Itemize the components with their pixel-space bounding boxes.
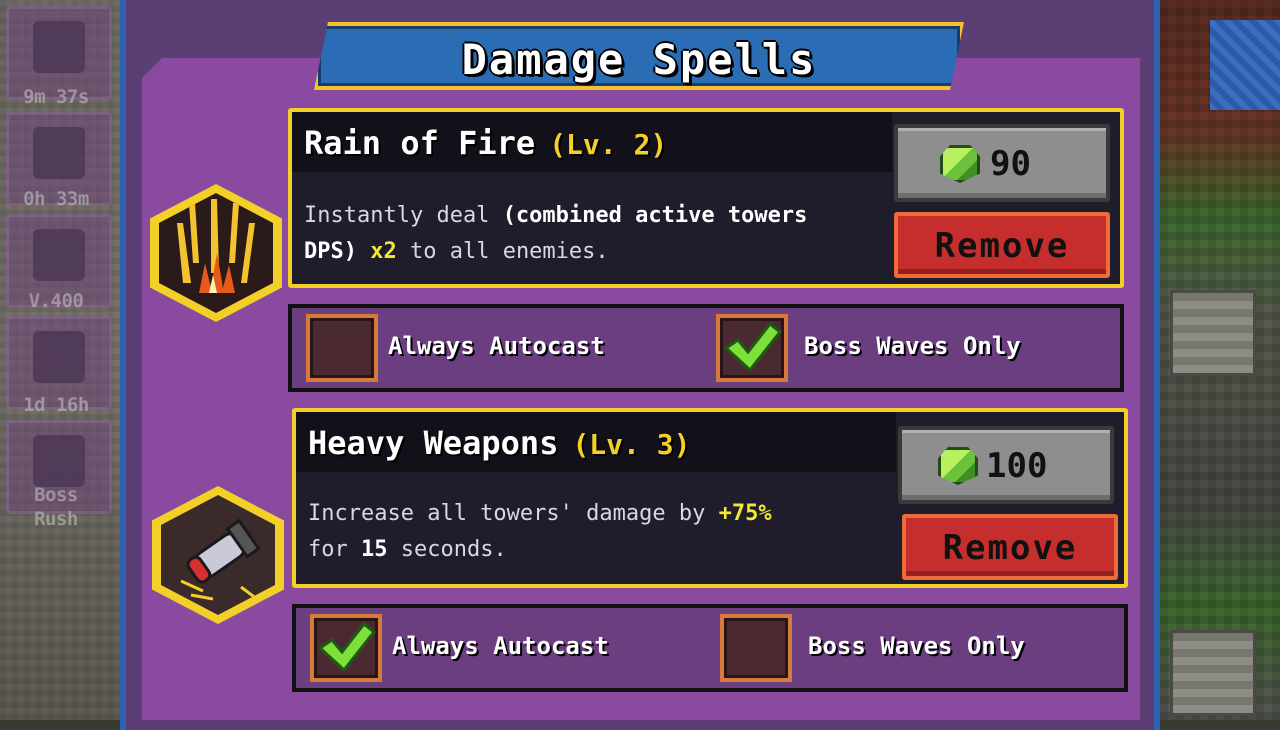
upgrade-cost-button[interactable]: 90	[894, 124, 1110, 202]
title-banner: Damage Spells	[314, 22, 964, 90]
side-item-label: 9m 37s	[23, 86, 89, 108]
always-autocast-label: Always Autocast	[392, 632, 609, 660]
remove-button[interactable]: Remove	[894, 212, 1110, 278]
always-autocast-checkbox[interactable]	[306, 314, 378, 382]
cost-value: 90	[990, 144, 1031, 184]
boss-waves-only-checkbox[interactable]	[720, 614, 792, 682]
game-world-right	[1160, 0, 1280, 720]
spell-card: Heavy Weapons (Lv. 3) Increase all towers…	[292, 408, 1128, 588]
boss-waves-only-label: Boss Waves Only	[808, 632, 1025, 660]
spell-options: Always Autocast Boss Waves Only	[292, 604, 1128, 692]
gem-icon	[940, 145, 980, 183]
spell-card: Rain of Fire (Lv. 2) Instantly deal (comb…	[288, 108, 1124, 288]
basket-icon	[33, 229, 85, 281]
tower-block	[1170, 290, 1256, 376]
page-title: Damage Spells	[461, 35, 817, 84]
spell-description: Instantly deal (combined active towers D…	[304, 203, 808, 264]
side-item-label: Rush	[34, 508, 78, 530]
missile-icon	[161, 495, 275, 615]
boss-waves-only-checkbox[interactable]	[716, 314, 788, 382]
tools-icon	[33, 127, 85, 179]
checkmark-icon	[723, 321, 783, 373]
spell-level: (Lv. 2)	[549, 128, 668, 161]
spell-name: Heavy Weapons (Lv. 3)	[308, 424, 691, 462]
spell-options: Always Autocast Boss Waves Only	[288, 304, 1124, 392]
side-item-label: Boss	[34, 484, 78, 506]
side-item-label: V.400	[28, 290, 84, 312]
always-autocast-checkbox[interactable]	[310, 614, 382, 682]
remove-button[interactable]: Remove	[902, 514, 1118, 580]
water-tiles	[1210, 20, 1280, 110]
side-item-icon	[33, 21, 85, 73]
side-item-label: 0h 33m	[23, 188, 89, 210]
spell-level: (Lv. 3)	[572, 428, 691, 461]
boss-rush-icon	[33, 435, 85, 487]
spell-header: Rain of Fire (Lv. 2)	[292, 112, 892, 172]
boss-waves-only-label: Boss Waves Only	[804, 332, 1021, 360]
tower-block	[1170, 630, 1256, 716]
spell-name: Rain of Fire (Lv. 2)	[304, 124, 668, 162]
fire-rain-icon	[159, 193, 273, 313]
side-item-label: 1d 16h	[23, 394, 89, 416]
always-autocast-label: Always Autocast	[388, 332, 605, 360]
checkmark-icon	[317, 621, 377, 673]
spell-description: Increase all towers' damage by +75% for 1…	[308, 501, 772, 562]
gem-icon	[938, 447, 978, 485]
upgrade-cost-button[interactable]: 100	[898, 426, 1114, 504]
trophy-icon	[33, 331, 85, 383]
cost-value: 100	[986, 446, 1048, 486]
spell-header: Heavy Weapons (Lv. 3)	[296, 412, 896, 472]
